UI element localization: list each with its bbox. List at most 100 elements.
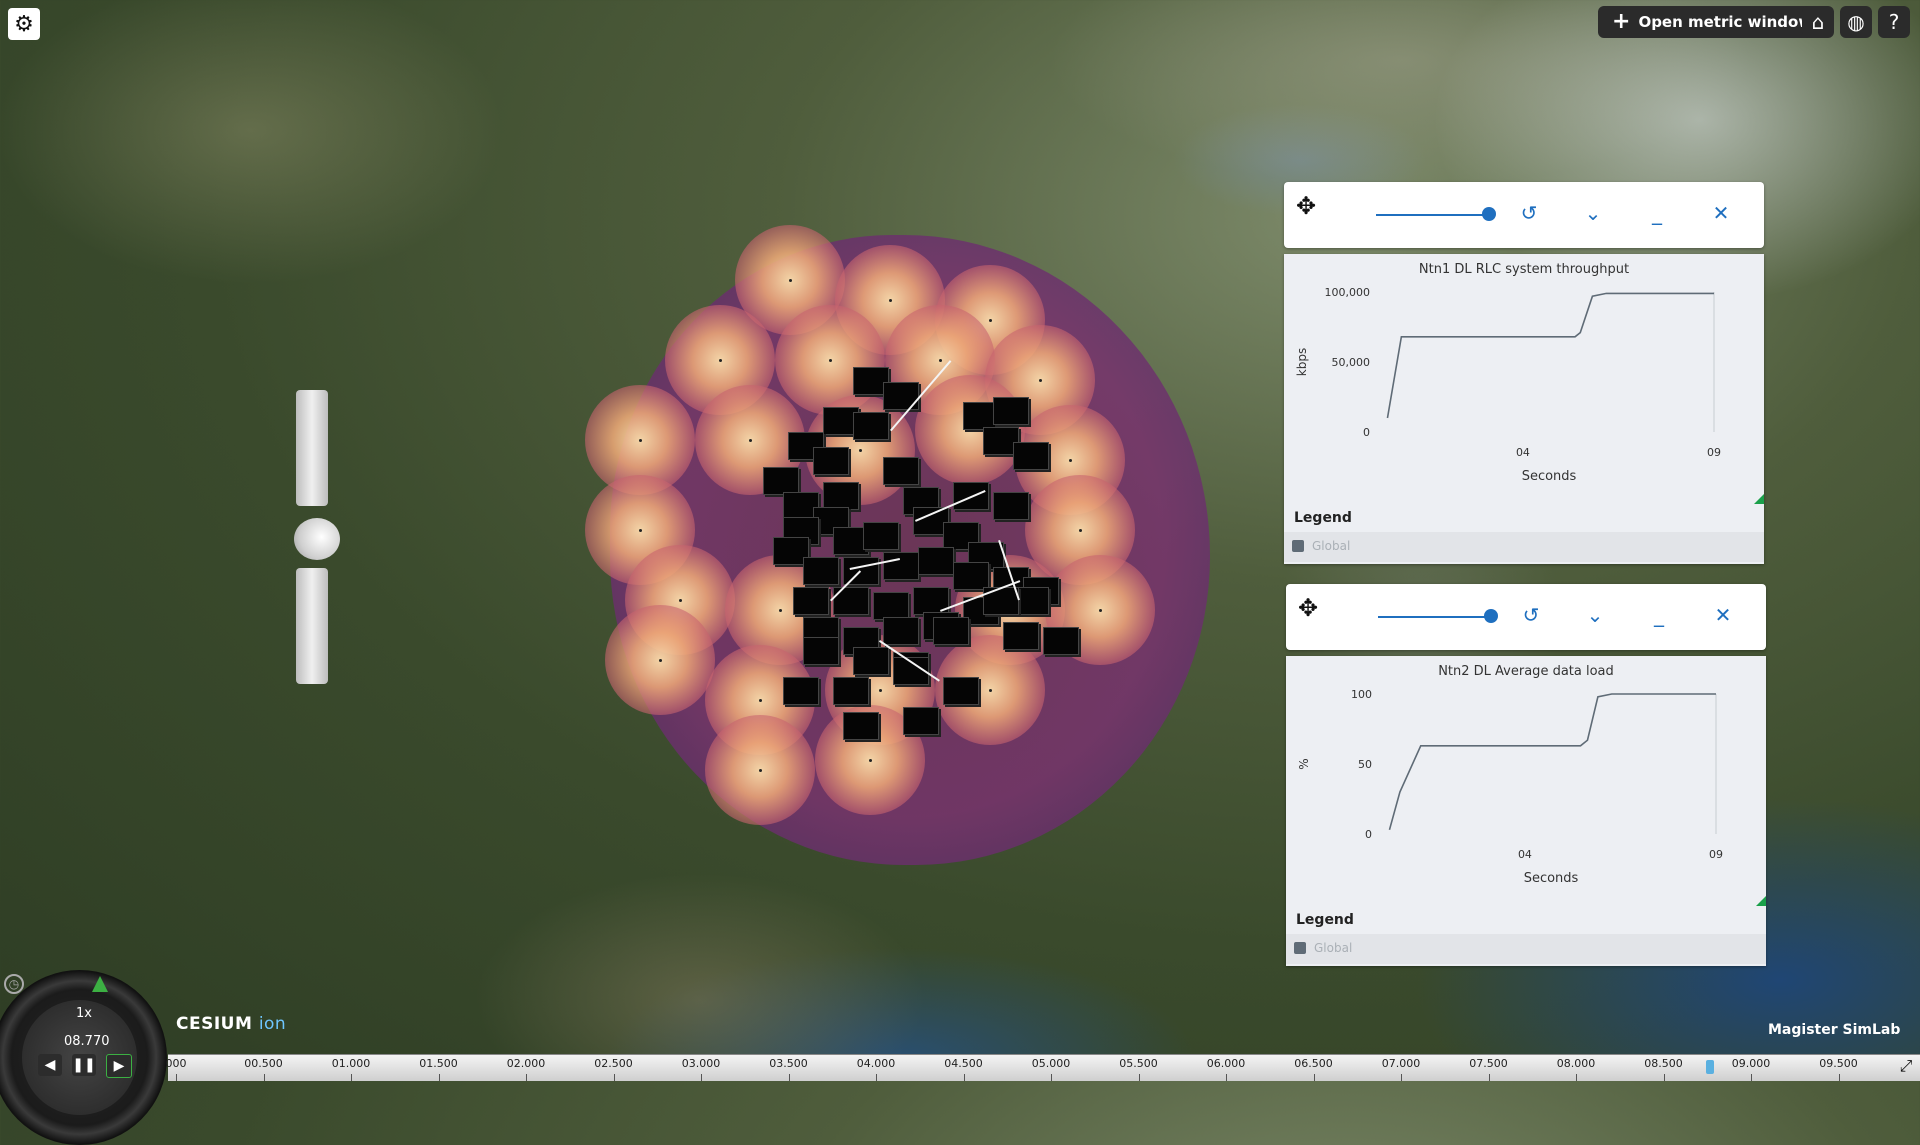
ue-device[interactable]: [883, 552, 919, 580]
ue-device[interactable]: [953, 562, 989, 590]
history-icon[interactable]: ↺: [1518, 602, 1544, 628]
timeline-tick-label: 09.000: [1731, 1057, 1771, 1070]
ue-device[interactable]: [763, 467, 799, 495]
slider-knob[interactable]: [1484, 609, 1498, 623]
play-button[interactable]: ▶: [106, 1054, 132, 1078]
timeline-tick-label: 06.000: [1206, 1057, 1246, 1070]
history-icon[interactable]: ↺: [1516, 200, 1542, 226]
speed-gauge-needle[interactable]: [92, 976, 108, 992]
timeline-tick-label: 04.000: [856, 1057, 896, 1070]
ue-device[interactable]: [853, 647, 889, 675]
x-tick-label: 09: [1709, 848, 1723, 861]
ue-device[interactable]: [873, 592, 909, 620]
ue-device[interactable]: [1043, 627, 1079, 655]
cesium-text: CESIUM: [176, 1014, 253, 1034]
legend-title: Legend: [1294, 510, 1352, 526]
timeline[interactable]: 000 00.500 01.000 01.500 02.000 02.500 03.000 0…: [165, 1054, 1920, 1081]
legend-title: Legend: [1296, 912, 1354, 928]
cell-center: [659, 659, 662, 662]
timeline-tick-label: 07.500: [1469, 1057, 1508, 1070]
minimize-icon[interactable]: _: [1644, 200, 1670, 226]
gear-icon[interactable]: ⚙: [8, 8, 40, 40]
ue-device[interactable]: [803, 557, 839, 585]
ue-device[interactable]: [993, 397, 1029, 425]
clock-icon[interactable]: ◷: [4, 974, 24, 994]
cesium-logo[interactable]: CESIUM ion: [176, 1014, 286, 1034]
timeline-tick-label: 03.500: [769, 1057, 808, 1070]
timeline-tick-label: 06.500: [1294, 1057, 1333, 1070]
cell-center: [1069, 459, 1072, 462]
y-axis-label: kbps: [1295, 348, 1309, 376]
cell-center: [719, 359, 722, 362]
metric-window-2-body: Ntn2 DL Average data load 0 50 100 04 09 Seco…: [1286, 656, 1766, 966]
ue-device[interactable]: [918, 547, 954, 575]
timeline-tick-label: 08.500: [1644, 1057, 1683, 1070]
ue-device[interactable]: [933, 617, 969, 645]
move-icon[interactable]: ✥: [1296, 192, 1316, 220]
y-tick-label: 50,000: [1332, 356, 1371, 369]
coverage-cell: [705, 715, 815, 825]
move-icon[interactable]: ✥: [1298, 594, 1318, 622]
cell-center: [829, 359, 832, 362]
ue-device[interactable]: [833, 677, 869, 705]
cell-center: [759, 699, 762, 702]
animation-time: 08.770: [64, 1034, 110, 1049]
metric-window-1-header[interactable]: ✥ ↺ ⌄ _ ✕: [1284, 182, 1764, 248]
chevron-down-icon[interactable]: ⌄: [1580, 200, 1606, 226]
resize-handle[interactable]: [1756, 896, 1766, 906]
x-tick-label: 04: [1518, 848, 1532, 861]
ue-device[interactable]: [1003, 622, 1039, 650]
ue-device[interactable]: [993, 492, 1029, 520]
magister-logo: Magister SimLab: [1768, 1022, 1900, 1038]
open-metric-window-label: Open metric window: [1638, 13, 1813, 31]
globe-icon[interactable]: ◍: [1840, 6, 1872, 38]
timeline-tick-label: 05.500: [1119, 1057, 1158, 1070]
legend-item-global[interactable]: Global: [1284, 532, 1764, 562]
ue-device[interactable]: [783, 677, 819, 705]
resize-handle[interactable]: [1754, 494, 1764, 504]
minimize-icon[interactable]: _: [1646, 602, 1672, 628]
animation-speed: 1x: [76, 1006, 92, 1021]
chevron-down-icon[interactable]: ⌄: [1582, 602, 1608, 628]
play-reverse-button[interactable]: ◀: [38, 1054, 62, 1076]
ue-device[interactable]: [823, 482, 859, 510]
home-icon[interactable]: ⌂: [1802, 6, 1834, 38]
magister-text: Magister SimLab: [1768, 1022, 1901, 1038]
timeline-tick-label: 07.000: [1381, 1057, 1421, 1070]
y-tick-label: 0: [1363, 426, 1370, 439]
open-metric-window-button[interactable]: + Open metric window: [1598, 6, 1827, 38]
window-opacity-slider[interactable]: [1376, 214, 1488, 216]
ue-device[interactable]: [903, 707, 939, 735]
y-tick-label: 50: [1358, 758, 1372, 771]
close-icon[interactable]: ✕: [1708, 200, 1734, 226]
ue-device[interactable]: [813, 447, 849, 475]
ue-device[interactable]: [1013, 442, 1049, 470]
cell-center: [679, 599, 682, 602]
ue-device[interactable]: [793, 587, 829, 615]
timeline-tick-label: 000: [165, 1057, 187, 1070]
ue-device[interactable]: [843, 712, 879, 740]
legend-item-label: Global: [1312, 539, 1351, 553]
ue-device[interactable]: [883, 457, 919, 485]
ue-device[interactable]: [883, 617, 919, 645]
timeline-marker[interactable]: [1706, 1060, 1714, 1074]
cell-center: [939, 359, 942, 362]
cell-center: [989, 319, 992, 322]
legend-item-label: Global: [1314, 941, 1353, 955]
close-icon[interactable]: ✕: [1710, 602, 1736, 628]
metric-window-2-header[interactable]: ✥ ↺ ⌄ _ ✕: [1286, 584, 1766, 650]
fullscreen-icon[interactable]: ⤢: [1894, 1054, 1918, 1078]
legend-item-global[interactable]: Global: [1286, 934, 1766, 964]
ue-device[interactable]: [853, 412, 889, 440]
cell-center: [1039, 379, 1042, 382]
ue-device[interactable]: [863, 522, 899, 550]
ue-device[interactable]: [883, 382, 919, 410]
pause-button[interactable]: ❚❚: [72, 1054, 96, 1076]
help-icon[interactable]: ?: [1878, 6, 1910, 38]
cell-center: [1079, 529, 1082, 532]
ue-device[interactable]: [803, 637, 839, 665]
ue-device[interactable]: [913, 587, 949, 615]
ue-device[interactable]: [943, 677, 979, 705]
slider-knob[interactable]: [1482, 207, 1496, 221]
window-opacity-slider[interactable]: [1378, 616, 1490, 618]
